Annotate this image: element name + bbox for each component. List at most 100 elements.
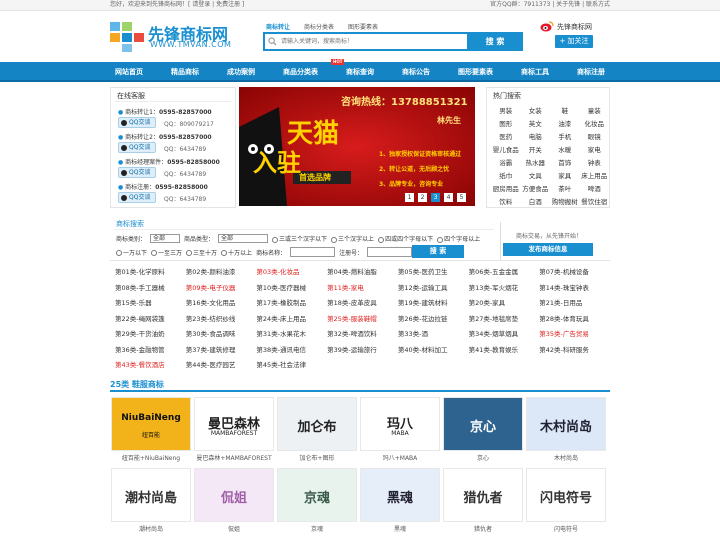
trademark-image[interactable]: 京魂 [277,468,357,522]
nav-query[interactable]: 商标查询 [341,62,379,82]
hot-word[interactable]: 开关 [521,145,551,155]
category-link[interactable]: 第10类-医疗器械 [256,284,327,296]
category-link[interactable]: 第34类-烟草烟具 [469,330,540,342]
category-link[interactable]: 第45类-社会法律 [256,361,327,373]
category-link[interactable]: 第15类-乐器 [115,299,186,311]
hot-word[interactable]: 水暖 [550,145,580,155]
hot-word[interactable]: 文具 [521,171,551,181]
hot-word[interactable]: 油漆 [550,119,580,129]
qq-chat-button[interactable]: QQ交谈 [118,117,156,128]
reg-input[interactable] [367,247,413,257]
hot-word[interactable]: 餐饮住宿 [580,197,610,207]
banner-page[interactable]: 1 [405,193,414,202]
radio-opt[interactable]: 四或四个字母以下 [378,234,433,243]
category-link[interactable]: 第41类-教育娱乐 [469,346,540,358]
trademark-image[interactable]: 加仑布 [277,397,357,451]
nav-home[interactable]: 网站首页 [110,62,148,82]
hot-word[interactable]: 白酒 [521,197,551,207]
category-link[interactable]: 第01类-化学原料 [115,268,186,280]
qq-chat-button[interactable]: QQ交谈 [118,142,156,153]
hot-word[interactable]: 化妆品 [580,119,610,129]
category-link[interactable]: 第27类-地毯席垫 [469,315,540,327]
nav-notice[interactable]: 商标公告 [397,62,435,82]
category-link[interactable]: 第13类-军火烟花 [469,284,540,296]
banner-page[interactable]: 5 [457,193,466,202]
hot-word[interactable]: 饮料 [491,197,521,207]
category-link[interactable]: 第03类-化妆品 [256,268,327,280]
category-link[interactable]: 第14类-珠宝钟表 [539,284,610,296]
nav-classes[interactable]: 商品分类表 [283,68,318,76]
category-link[interactable]: 第28类-体育玩具 [539,315,610,327]
hot-word[interactable]: 啤酒 [580,184,610,194]
promo-banner[interactable]: 咨询热线：13788851321 林先生 天猫 入驻 首选品牌 1、独家授权保证… [239,87,475,206]
category-link[interactable]: 第08类-手工器械 [115,284,186,296]
hot-word[interactable]: 电脑 [521,132,551,142]
hot-word[interactable]: 图形 [491,119,521,129]
search-input[interactable] [281,35,459,48]
category-link[interactable]: 第39类-运输旅行 [327,346,398,358]
category-link[interactable]: 第24类-床上用品 [256,315,327,327]
nav-tools[interactable]: 商标工具 [516,62,554,82]
trademark-image[interactable]: 木村尚岛 [526,397,606,451]
hot-word[interactable]: 医药 [491,132,521,142]
category-link[interactable]: 第29类-干货油奶 [115,330,186,342]
trademark-caption[interactable]: 纽百能+NiuBaiNeng [111,453,191,462]
category-link[interactable]: 第44类-医疗园艺 [186,361,257,373]
trademark-caption[interactable]: 京魂 [277,524,357,533]
category-link[interactable]: 第23类-纺织纱线 [186,315,257,327]
goods-select[interactable]: 全部 [218,234,269,243]
trademark-image[interactable]: 曼巴森林 MAMBAFOREST [194,397,274,451]
qq-chat-button[interactable]: QQ交谈 [118,167,156,178]
trademark-image[interactable]: 潮村尚島 [111,468,191,522]
category-link[interactable]: 第17类-橡胶制品 [256,299,327,311]
trademark-image[interactable]: 猎仇者 [443,468,523,522]
category-link[interactable]: 第05类-医药卫生 [398,268,469,280]
follow-button[interactable]: + 加关注 [555,35,593,48]
hot-word[interactable]: 家电 [580,145,610,155]
hot-word[interactable]: 方便食品 [521,184,551,194]
top-links[interactable]: 官方QQ群：7911373 | 关于先锋 | 联系方式 [490,0,610,10]
category-link[interactable]: 第22类-绳网袋篷 [115,315,186,327]
category-link[interactable]: 第21类-日用品 [539,299,610,311]
trademark-image[interactable]: 黑魂 [360,468,440,522]
hot-word[interactable]: 男装 [491,106,521,116]
radio-opt[interactable]: 四个字母以上 [437,234,480,243]
trademark-caption[interactable]: 曼巴森林+MAMBAFOREST [194,453,274,462]
category-link[interactable]: 第07类-机械设备 [539,268,610,280]
weibo-label[interactable]: 先锋商标网 [557,22,592,32]
category-link[interactable]: 第04类-燃料油脂 [327,268,398,280]
category-link[interactable]: 第38类-通讯电信 [256,346,327,358]
trademark-caption[interactable]: 侃姐 [194,524,274,533]
banner-page[interactable]: 2 [418,193,427,202]
category-link[interactable]: 第20类-家具 [469,299,540,311]
nav-premium[interactable]: 精品商标 [166,62,204,82]
category-link[interactable]: 第16类-文化用品 [186,299,257,311]
category-link[interactable]: 第42类-科研服务 [539,346,610,358]
hot-word[interactable]: 童装 [580,106,610,116]
hot-word[interactable]: 眼镜 [580,132,610,142]
hot-word[interactable]: 热水器 [521,158,551,168]
category-link[interactable]: 第19类-建筑材料 [398,299,469,311]
type-select[interactable]: 全部 [150,234,181,243]
trademark-caption[interactable]: 闪电符号 [526,524,606,533]
hot-word[interactable]: 英文 [521,119,551,129]
search-tab-class-table[interactable]: 商标分类表 [304,22,334,32]
radio-opt[interactable]: 一万以下 [116,248,147,257]
nav-graphic[interactable]: 图形要素表 [453,62,498,82]
trademark-image[interactable]: 侃姐 [194,468,274,522]
hot-word[interactable]: 婴儿食品 [491,145,521,155]
publish-button[interactable]: 发布商标信息 [503,243,593,256]
trademark-image[interactable]: NiuBaiNeng 纽百能 [111,397,191,451]
trademark-image[interactable]: 京心 [443,397,523,451]
site-logo[interactable]: 先锋商标网 WWW.TMVAN.COM [110,20,245,54]
search-tab-transfer[interactable]: 商标转让 [266,22,290,32]
radio-opt[interactable]: 三至十万 [186,248,217,257]
hot-word[interactable]: 浴霸 [491,158,521,168]
category-link[interactable]: 第37类-建筑修理 [186,346,257,358]
hot-word[interactable]: 女装 [521,106,551,116]
search-button[interactable]: 搜 索 [467,32,523,51]
radio-opt[interactable]: 三个汉字以上 [331,234,374,243]
trademark-caption[interactable]: 玛八+MABA [360,453,440,462]
trademark-caption[interactable]: 京心 [443,453,523,462]
trademark-caption[interactable]: 木村尚岛 [526,453,606,462]
